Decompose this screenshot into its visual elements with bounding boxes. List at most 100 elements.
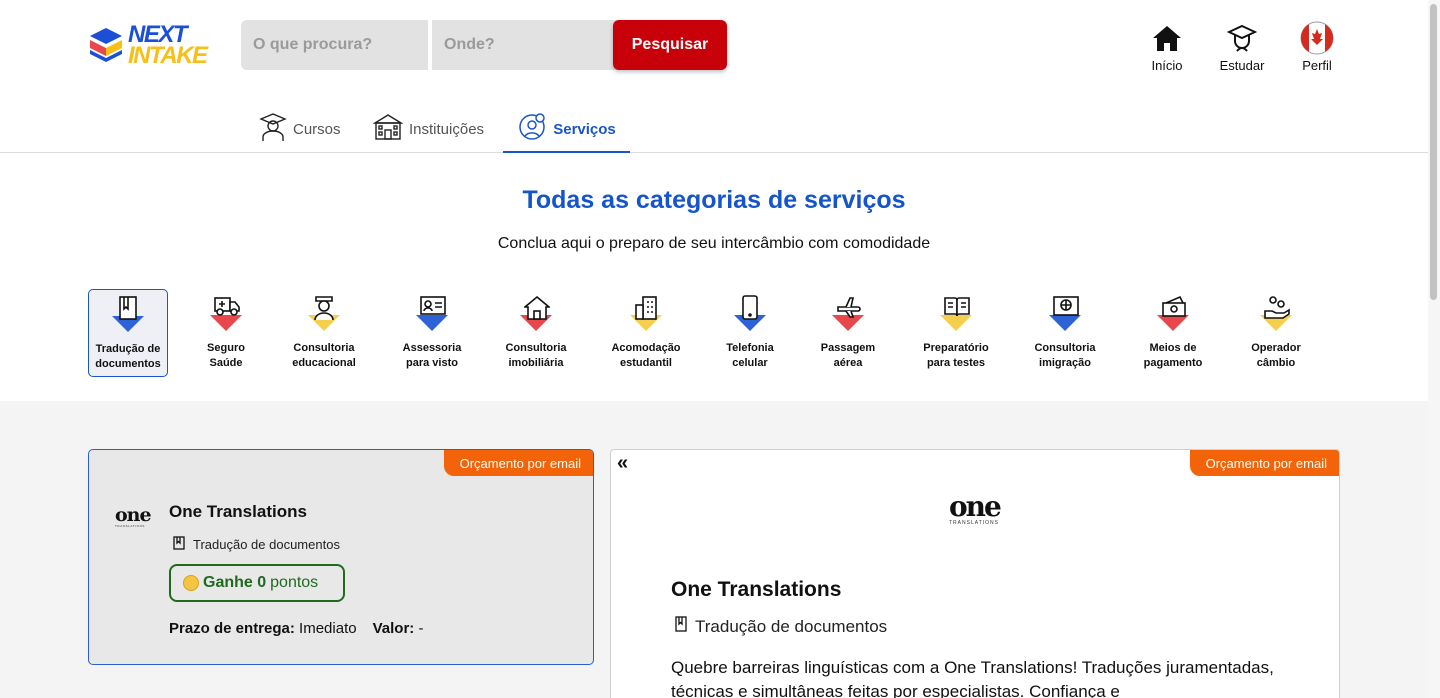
ambulance-icon <box>204 293 248 335</box>
nav-inicio-label: Início <box>1151 58 1183 73</box>
services-icon <box>517 112 547 146</box>
quote-badge: Orçamento por email <box>1189 450 1339 476</box>
nav-estudar-label: Estudar <box>1219 58 1265 73</box>
exchange-icon <box>1254 293 1298 335</box>
value-value: - <box>418 620 424 637</box>
service-detail-panel: « Orçamento por email one TRANSLATIONS O… <box>610 449 1340 698</box>
deadline-value: Imediato <box>299 620 357 637</box>
category-consultoria-imigracao[interactable]: Consultoria imigração <box>1020 289 1110 377</box>
category-label-line1: Telefonia <box>726 342 774 354</box>
category-label-line1: Acomodação <box>611 342 681 354</box>
category-operador-cambio[interactable]: Operador câmbio <box>1234 289 1318 377</box>
logo[interactable]: NEXT INTAKE <box>88 22 224 68</box>
detail-description: Quebre barreiras linguísticas com a One … <box>671 658 1274 698</box>
category-seguro-saude[interactable]: Seguro Saúde <box>186 289 266 377</box>
section-subtitle: Conclua aqui o preparo de seu intercâmbi… <box>497 235 931 252</box>
provider-name: One Translations <box>169 502 307 521</box>
category-label-line2: documentos <box>95 358 161 370</box>
provider-category: Tradução de documentos <box>173 536 340 553</box>
category-telefonia-celular[interactable]: Telefonia celular <box>710 289 790 377</box>
category-label-line2: pagamento <box>1143 357 1203 369</box>
school-icon <box>372 113 404 145</box>
tab-cursos[interactable]: Cursos <box>257 106 343 152</box>
book-icon <box>934 293 978 335</box>
id-card-icon <box>410 293 454 335</box>
scrollbar-thumb[interactable] <box>1430 4 1437 300</box>
search-where-input[interactable] <box>432 20 618 70</box>
canada-flag-avatar <box>1300 20 1334 56</box>
category-label-line2: educacional <box>292 357 356 369</box>
teacher-icon <box>302 293 346 335</box>
category-label-line1: Meios de <box>1149 342 1197 354</box>
deadline-label: Prazo de entrega: <box>169 620 295 637</box>
category-consultoria-imobiliaria[interactable]: Consultoria imobiliária <box>494 289 578 377</box>
document-icon <box>106 294 150 336</box>
category-meios-pagamento[interactable]: Meios de pagamento <box>1128 289 1218 377</box>
search-what-input[interactable] <box>241 20 428 70</box>
student-icon <box>259 112 287 146</box>
category-label-line2: celular <box>732 357 768 369</box>
section-title: Todas as categorias de serviços <box>522 186 906 214</box>
category-label-line1: Seguro <box>207 342 245 354</box>
graduation-icon <box>1227 20 1257 56</box>
category-preparatorio-testes[interactable]: Preparatório para testes <box>914 289 998 377</box>
bookmark-icon <box>173 536 185 553</box>
money-icon <box>1151 293 1195 335</box>
category-label-line2: para visto <box>406 357 458 369</box>
category-label-line1: Operador <box>1251 342 1301 354</box>
category-label-line2: estudantil <box>620 357 672 369</box>
provider-logo-tagline: TRANSLATIONS <box>949 520 999 526</box>
category-label-line1: Assessoria <box>402 342 462 354</box>
bookmark-icon <box>675 616 687 637</box>
coin-icon <box>183 575 199 591</box>
provider-logo-large: one TRANSLATIONS <box>949 490 1003 528</box>
home-icon <box>1152 20 1182 56</box>
delivery-info: Prazo de entrega: Imediato Valor: - <box>169 620 423 637</box>
value-label: Valor: <box>372 620 415 637</box>
category-label-line1: Consultoria <box>293 342 355 354</box>
collapse-button[interactable]: « <box>617 452 628 475</box>
detail-provider-category: Tradução de documentos <box>675 616 887 637</box>
phone-icon <box>728 293 772 335</box>
category-label-line2: Saúde <box>209 357 243 369</box>
category-passagem-aerea[interactable]: Passagem aérea <box>808 289 888 377</box>
search-button[interactable]: Pesquisar <box>613 20 727 70</box>
nav-perfil[interactable]: Perfil <box>1282 20 1352 73</box>
category-assessoria-visto[interactable]: Assessoria para visto <box>390 289 474 377</box>
tab-instituicoes[interactable]: Instituições <box>371 106 486 152</box>
logo-line2: INTAKE <box>128 42 208 69</box>
service-card[interactable]: Orçamento por email one TRANSLATIONS One… <box>88 449 594 665</box>
provider-logo-text: one <box>949 490 1002 523</box>
detail-category-label: Tradução de documentos <box>695 616 888 636</box>
category-label-line1: Consultoria <box>505 342 567 354</box>
airplane-icon <box>826 293 870 335</box>
category-label-line2: aérea <box>833 357 863 369</box>
category-label-line1: Consultoria <box>1034 342 1096 354</box>
page: NEXT INTAKE Pesquisar Início Estudar Per… <box>0 0 1440 698</box>
house-icon <box>514 293 558 335</box>
tab-servicos-label: Serviços <box>553 120 616 138</box>
quote-badge: Orçamento por email <box>443 450 593 476</box>
logo-icon <box>90 28 122 62</box>
tab-instituicoes-label: Instituições <box>409 120 485 138</box>
category-label-line1: Tradução de <box>95 343 161 355</box>
building-icon <box>624 293 668 335</box>
category-acomodacao-estudantil[interactable]: Acomodação estudantil <box>604 289 688 377</box>
category-label-line2: imigração <box>1039 357 1091 369</box>
detail-provider-name: One Translations <box>671 578 842 601</box>
passport-icon <box>1043 293 1087 335</box>
tab-servicos[interactable]: Serviços <box>503 107 630 153</box>
category-consultoria-educacional[interactable]: Consultoria educacional <box>284 289 364 377</box>
category-label-line1: Preparatório <box>923 342 989 354</box>
provider-category-label: Tradução de documentos <box>193 537 340 552</box>
nav-perfil-label: Perfil <box>1302 58 1332 73</box>
scrollbar[interactable] <box>1428 0 1440 698</box>
category-traducao-documentos[interactable]: Tradução de documentos <box>88 289 168 377</box>
provider-logo-text: one <box>115 504 152 526</box>
category-label-line2: câmbio <box>1256 357 1296 369</box>
tab-cursos-label: Cursos <box>293 120 341 138</box>
nav-inicio[interactable]: Início <box>1132 20 1202 73</box>
category-label-line2: imobiliária <box>508 357 564 369</box>
points-prefix: Ganhe 0 <box>203 574 267 591</box>
nav-estudar[interactable]: Estudar <box>1207 20 1277 73</box>
